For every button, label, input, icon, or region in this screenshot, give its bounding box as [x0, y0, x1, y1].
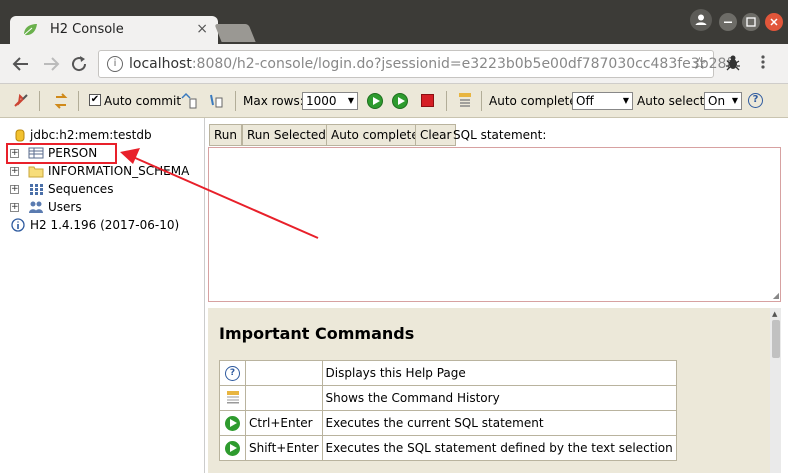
info-icon [11, 218, 25, 232]
url-text: localhost:8080/h2-console/login.do?jsess… [129, 56, 732, 72]
tree-item-label: INFORMATION_SCHEMA [48, 164, 190, 178]
run-selected-icon[interactable] [392, 93, 408, 109]
version-label: H2 1.4.196 (2017-06-10) [30, 218, 180, 232]
clear-button[interactable]: Clear [415, 124, 457, 146]
info-icon[interactable]: i [107, 56, 123, 72]
auto-select-label: Auto select [637, 94, 705, 108]
menu-icon[interactable] [760, 53, 766, 71]
sql-statement-label: SQL statement: [453, 128, 547, 142]
url-input[interactable]: i localhost:8080/h2-console/login.do?jse… [98, 50, 731, 78]
sql-input[interactable]: ◢ [208, 147, 781, 302]
table-row: Shift+Enter Executes the SQL statement d… [219, 435, 677, 461]
auto-select-select[interactable]: On ▼ [704, 92, 742, 110]
browser-tab[interactable]: H2 Console × [10, 16, 218, 44]
maximize-icon[interactable] [742, 13, 760, 31]
run-icon [225, 415, 240, 431]
connection-label: jdbc:h2:mem:testdb [30, 128, 152, 142]
resize-handle-icon[interactable]: ◢ [773, 291, 779, 300]
run-selected-button[interactable]: Run Selected [242, 124, 331, 146]
annotation-highlight-box [6, 143, 117, 164]
max-rows-label: Max rows: [243, 94, 304, 108]
folder-icon [28, 166, 44, 178]
new-tab-button[interactable] [214, 24, 256, 42]
history-icon [226, 391, 239, 406]
auto-complete-button[interactable]: Auto complete [326, 124, 424, 146]
back-icon[interactable] [12, 56, 30, 72]
refresh-icon[interactable] [52, 92, 70, 110]
help-icon[interactable]: ? [748, 93, 763, 108]
query-pane: Run Run Selected Auto complete Clear SQL… [205, 118, 788, 473]
commands-table: ? Displays this Help Page Shows the Comm… [219, 360, 677, 461]
auto-commit-label: Auto commit [104, 94, 182, 108]
expand-icon[interactable]: + [10, 167, 19, 176]
help-icon: ? [225, 365, 240, 381]
forward-icon[interactable] [42, 56, 60, 72]
auto-complete-select[interactable]: Off ▼ [572, 92, 633, 110]
run-icon[interactable] [367, 93, 383, 109]
users-icon [29, 201, 43, 213]
toolbar-separator [446, 91, 447, 111]
rollback-icon[interactable] [180, 92, 198, 110]
reload-icon[interactable] [70, 55, 88, 73]
auto-complete-label: Auto complete [489, 94, 577, 108]
toolbar-separator [481, 91, 482, 111]
toolbar-separator [78, 91, 79, 111]
table-row: Ctrl+Enter Executes the current SQL stat… [219, 410, 677, 436]
table-row: Shows the Command History [219, 385, 677, 411]
tab-title: H2 Console [50, 22, 124, 37]
tree-item-label: Sequences [48, 182, 114, 196]
sequences-icon [30, 184, 43, 195]
max-rows-select[interactable]: 1000 ▼ [302, 92, 358, 110]
extension-bug-icon[interactable] [724, 54, 742, 72]
help-title: Important Commands [219, 324, 415, 343]
help-scrollbar[interactable]: ▲ [770, 308, 781, 473]
address-bar: i localhost:8080/h2-console/login.do?jse… [0, 44, 788, 84]
run-selected-icon [225, 440, 240, 456]
stop-icon[interactable] [421, 94, 434, 107]
history-icon[interactable] [457, 92, 473, 110]
run-button[interactable]: Run [209, 124, 243, 146]
tab-close-icon[interactable]: × [196, 21, 208, 37]
browser-titlebar: H2 Console × [0, 0, 788, 44]
leaf-icon [23, 24, 37, 36]
toolbar-separator [235, 91, 236, 111]
close-window-icon[interactable] [765, 13, 783, 31]
scroll-thumb[interactable] [772, 320, 780, 358]
database-icon [15, 129, 25, 142]
commit-icon[interactable] [208, 92, 226, 110]
scroll-up-icon[interactable]: ▲ [772, 310, 777, 318]
account-icon[interactable] [690, 9, 712, 31]
expand-icon[interactable]: + [10, 203, 19, 212]
tree-item-label: Users [48, 200, 82, 214]
minimize-icon[interactable] [719, 13, 737, 31]
help-panel: Important Commands ? Displays this Help … [208, 308, 781, 473]
expand-icon[interactable]: + [10, 185, 19, 194]
schema-tree: jdbc:h2:mem:testdb + PERSON + INFORMATIO… [0, 118, 205, 473]
auto-commit-checkbox[interactable]: ✔ [89, 94, 101, 106]
toolbar-separator [39, 91, 40, 111]
table-row: ? Displays this Help Page [219, 360, 677, 386]
bookmark-star-icon[interactable]: ☆ [692, 54, 707, 74]
h2-toolbar: ✔ Auto commit Max rows: 1000 ▼ Auto compl… [0, 84, 788, 118]
disconnect-icon[interactable] [12, 92, 30, 110]
